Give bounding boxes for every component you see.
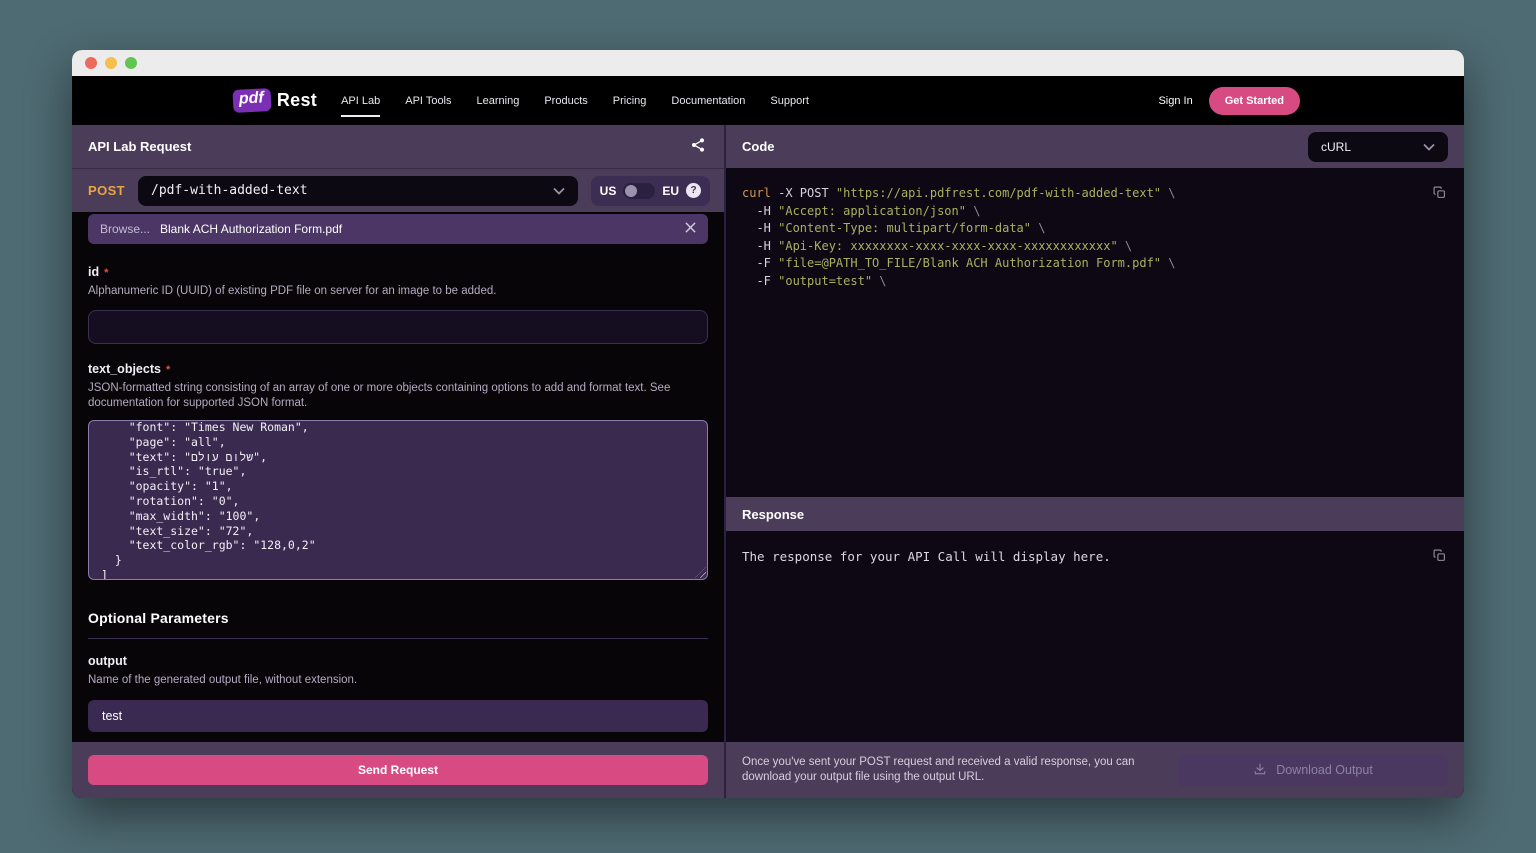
output-field-label: output: [88, 654, 127, 668]
switch-knob: [625, 185, 637, 197]
nav-item-products[interactable]: Products: [544, 89, 587, 113]
textarea-line: "opacity": "1",: [101, 479, 695, 494]
file-upload-field[interactable]: Browse... Blank ACH Authorization Form.p…: [88, 214, 708, 244]
textarea-line: "text_color_rgb": "128,0,2": [101, 538, 695, 553]
id-field-label: id: [88, 265, 99, 279]
download-icon: [1253, 762, 1267, 779]
text-objects-field-label: text_objects: [88, 362, 161, 376]
code-line: -H "Content-Type: multipart/form-data" \: [742, 220, 1424, 238]
code-response-panel: Code cURL curl -X POST "https://api.pdfr…: [724, 125, 1464, 798]
textarea-line: "text_size": "72",: [101, 524, 695, 539]
code-line: -H "Api-Key: xxxxxxxx-xxxx-xxxx-xxxx-xxx…: [742, 238, 1424, 256]
download-note: Once you've sent your POST request and r…: [742, 755, 1177, 786]
region-switch[interactable]: [623, 183, 655, 199]
response-placeholder: The response for your API Call will disp…: [742, 549, 1424, 564]
id-field-description: Alphanumeric ID (UUID) of existing PDF f…: [88, 284, 708, 299]
help-icon[interactable]: ?: [686, 183, 701, 198]
language-select[interactable]: cURL: [1308, 132, 1448, 162]
textarea-line: "is_rtl": "true",: [101, 464, 695, 479]
share-button[interactable]: [688, 135, 708, 158]
request-panel-header: API Lab Request: [72, 125, 724, 168]
clear-file-icon[interactable]: [685, 220, 696, 238]
optional-parameters-heading: Optional Parameters: [88, 610, 708, 626]
text-objects-description: JSON-formatted string consisting of an a…: [88, 381, 688, 411]
curl-code: curl -X POST "https://api.pdfrest.com/pd…: [742, 185, 1424, 291]
nav-item-api-tools[interactable]: API Tools: [405, 89, 451, 113]
code-line: -H "Accept: application/json" \: [742, 203, 1424, 221]
textarea-line: "rotation": "0",: [101, 494, 695, 509]
output-field-description: Name of the generated output file, witho…: [88, 673, 708, 688]
copy-icon: [1433, 548, 1446, 566]
code-area: curl -X POST "https://api.pdfrest.com/pd…: [726, 168, 1464, 497]
download-output-button[interactable]: Download Output: [1178, 754, 1448, 786]
code-line: curl -X POST "https://api.pdfrest.com/pd…: [742, 185, 1424, 203]
pdfrest-logo[interactable]: pdf Rest: [233, 89, 317, 112]
response-area: The response for your API Call will disp…: [726, 531, 1464, 742]
nav-item-learning[interactable]: Learning: [477, 89, 520, 113]
nav-item-support[interactable]: Support: [770, 89, 809, 113]
region-toggle: US EU ?: [591, 176, 710, 206]
endpoint-select[interactable]: /pdf-with-added-text: [138, 176, 578, 206]
nav-item-documentation[interactable]: Documentation: [671, 89, 745, 113]
minimize-window-icon[interactable]: [105, 57, 117, 69]
textarea-line: "max_width": "100",: [101, 509, 695, 524]
copy-code-button[interactable]: [1431, 183, 1448, 205]
logo-rest-text: Rest: [277, 90, 317, 111]
nav-right-group: Sign In Get Started: [1158, 87, 1300, 115]
request-footer: Send Request: [72, 742, 724, 798]
maximize-window-icon[interactable]: [125, 57, 137, 69]
id-required-mark: *: [104, 267, 108, 279]
download-button-label: Download Output: [1276, 763, 1373, 777]
code-line: -F "output=test" \: [742, 273, 1424, 291]
textarea-line: ]: [101, 568, 695, 580]
text-objects-lines: "font": "Times New Roman", "page": "all"…: [101, 420, 695, 580]
text-objects-required-mark: *: [166, 364, 170, 376]
region-us-label: US: [600, 184, 617, 198]
textarea-line: "page": "all",: [101, 435, 695, 450]
code-line: -F "file=@PATH_TO_FILE/Blank ACH Authori…: [742, 255, 1424, 273]
code-panel-title: Code: [742, 139, 775, 154]
endpoint-value: /pdf-with-added-text: [151, 183, 308, 198]
http-method-label: POST: [88, 183, 125, 198]
region-eu-label: EU: [662, 184, 679, 198]
top-navbar: pdf Rest API Lab API Tools Learning Product…: [72, 76, 1464, 125]
text-objects-textarea[interactable]: "font": "Times New Roman", "page": "all"…: [88, 420, 708, 580]
code-panel-header: Code cURL: [726, 125, 1464, 168]
get-started-button[interactable]: Get Started: [1209, 87, 1300, 115]
language-value: cURL: [1321, 140, 1351, 154]
output-input[interactable]: [88, 700, 708, 732]
id-input[interactable]: [88, 310, 708, 344]
endpoint-row: POST /pdf-with-added-text US EU ?: [72, 168, 724, 212]
response-header: Response: [726, 497, 1464, 531]
textarea-resize-handle[interactable]: [695, 567, 706, 578]
desktop-background: pdf Rest API Lab API Tools Learning Product…: [0, 0, 1536, 853]
response-title: Response: [742, 507, 804, 522]
request-panel-title: API Lab Request: [88, 139, 191, 154]
request-form: Browse... Blank ACH Authorization Form.p…: [72, 212, 724, 742]
textarea-line: "text": "שלום עולם",: [101, 450, 695, 465]
nav-items: API Lab API Tools Learning Products Pricing D…: [341, 89, 809, 113]
selected-filename: Blank ACH Authorization Form.pdf: [160, 222, 675, 236]
send-request-button[interactable]: Send Request: [88, 755, 708, 785]
nav-item-pricing[interactable]: Pricing: [613, 89, 647, 113]
section-divider: [88, 638, 708, 639]
copy-icon: [1433, 185, 1446, 203]
chevron-down-icon: [553, 182, 565, 200]
window-titlebar: [72, 50, 1464, 76]
close-window-icon[interactable]: [85, 57, 97, 69]
nav-item-api-lab[interactable]: API Lab: [341, 89, 380, 113]
chevron-down-icon: [1423, 138, 1435, 156]
logo-pdf-badge: pdf: [232, 88, 271, 113]
copy-response-button[interactable]: [1431, 546, 1448, 568]
share-icon: [690, 137, 706, 156]
textarea-line: "font": "Times New Roman",: [101, 420, 695, 435]
request-panel: API Lab Request POST: [72, 125, 724, 798]
download-footer: Once you've sent your POST request and r…: [726, 742, 1464, 798]
textarea-line: }: [101, 553, 695, 568]
browse-button[interactable]: Browse...: [100, 222, 150, 236]
sign-in-link[interactable]: Sign In: [1158, 95, 1192, 107]
browser-window: pdf Rest API Lab API Tools Learning Product…: [72, 50, 1464, 798]
